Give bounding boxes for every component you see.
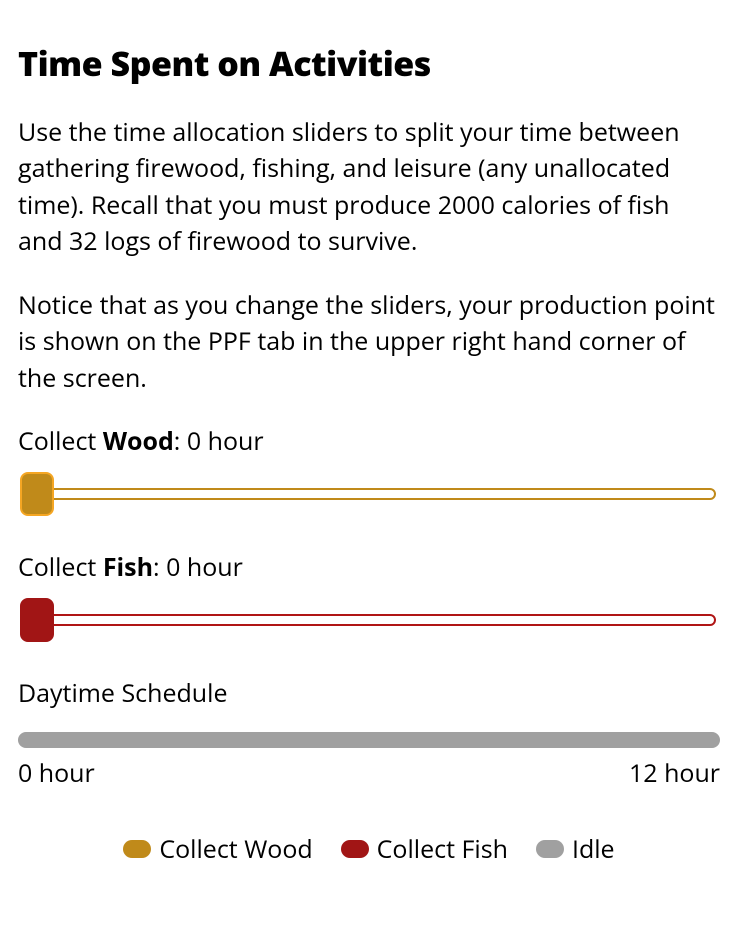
wood-slider-track xyxy=(32,488,716,500)
schedule-scale-min: 0 hour xyxy=(18,756,95,790)
wood-slider-label: Collect Wood: 0 hour xyxy=(18,424,720,458)
schedule-title: Daytime Schedule xyxy=(18,676,720,710)
legend-item-fish: Collect Fish xyxy=(341,832,508,866)
schedule-bar xyxy=(18,732,720,748)
fish-label-suffix: : xyxy=(153,550,166,584)
legend-item-wood: Collect Wood xyxy=(123,832,312,866)
fish-value-text: 0 hour xyxy=(166,550,243,584)
legend: Collect Wood Collect Fish Idle xyxy=(18,832,720,866)
fish-slider-track xyxy=(32,614,716,626)
legend-wood-label: Collect Wood xyxy=(159,832,312,866)
schedule-scale-max: 12 hour xyxy=(629,756,720,790)
idle-swatch-icon xyxy=(536,840,564,858)
wood-slider-block: Collect Wood: 0 hour xyxy=(18,424,720,516)
fish-slider-thumb[interactable] xyxy=(20,598,54,642)
fish-slider-block: Collect Fish: 0 hour xyxy=(18,550,720,642)
schedule-scale: 0 hour 12 hour xyxy=(18,756,720,790)
wood-slider-thumb[interactable] xyxy=(20,472,54,516)
wood-label-prefix: Collect xyxy=(18,424,103,458)
fish-slider[interactable] xyxy=(18,598,720,642)
fish-label-bold: Fish xyxy=(103,550,153,584)
schedule-section: Daytime Schedule 0 hour 12 hour xyxy=(18,676,720,790)
wood-value-text: 0 hour xyxy=(187,424,264,458)
wood-swatch-icon xyxy=(123,840,151,858)
intro-paragraph-2: Notice that as you change the sliders, y… xyxy=(18,287,720,396)
wood-slider[interactable] xyxy=(18,472,720,516)
wood-label-suffix: : xyxy=(174,424,187,458)
legend-idle-label: Idle xyxy=(572,832,615,866)
wood-label-bold: Wood xyxy=(103,424,174,458)
fish-swatch-icon xyxy=(341,840,369,858)
legend-fish-label: Collect Fish xyxy=(377,832,508,866)
intro-paragraph-1: Use the time allocation sliders to split… xyxy=(18,114,720,259)
fish-label-prefix: Collect xyxy=(18,550,103,584)
legend-item-idle: Idle xyxy=(536,832,615,866)
page-title: Time Spent on Activities xyxy=(18,40,720,86)
fish-slider-label: Collect Fish: 0 hour xyxy=(18,550,720,584)
